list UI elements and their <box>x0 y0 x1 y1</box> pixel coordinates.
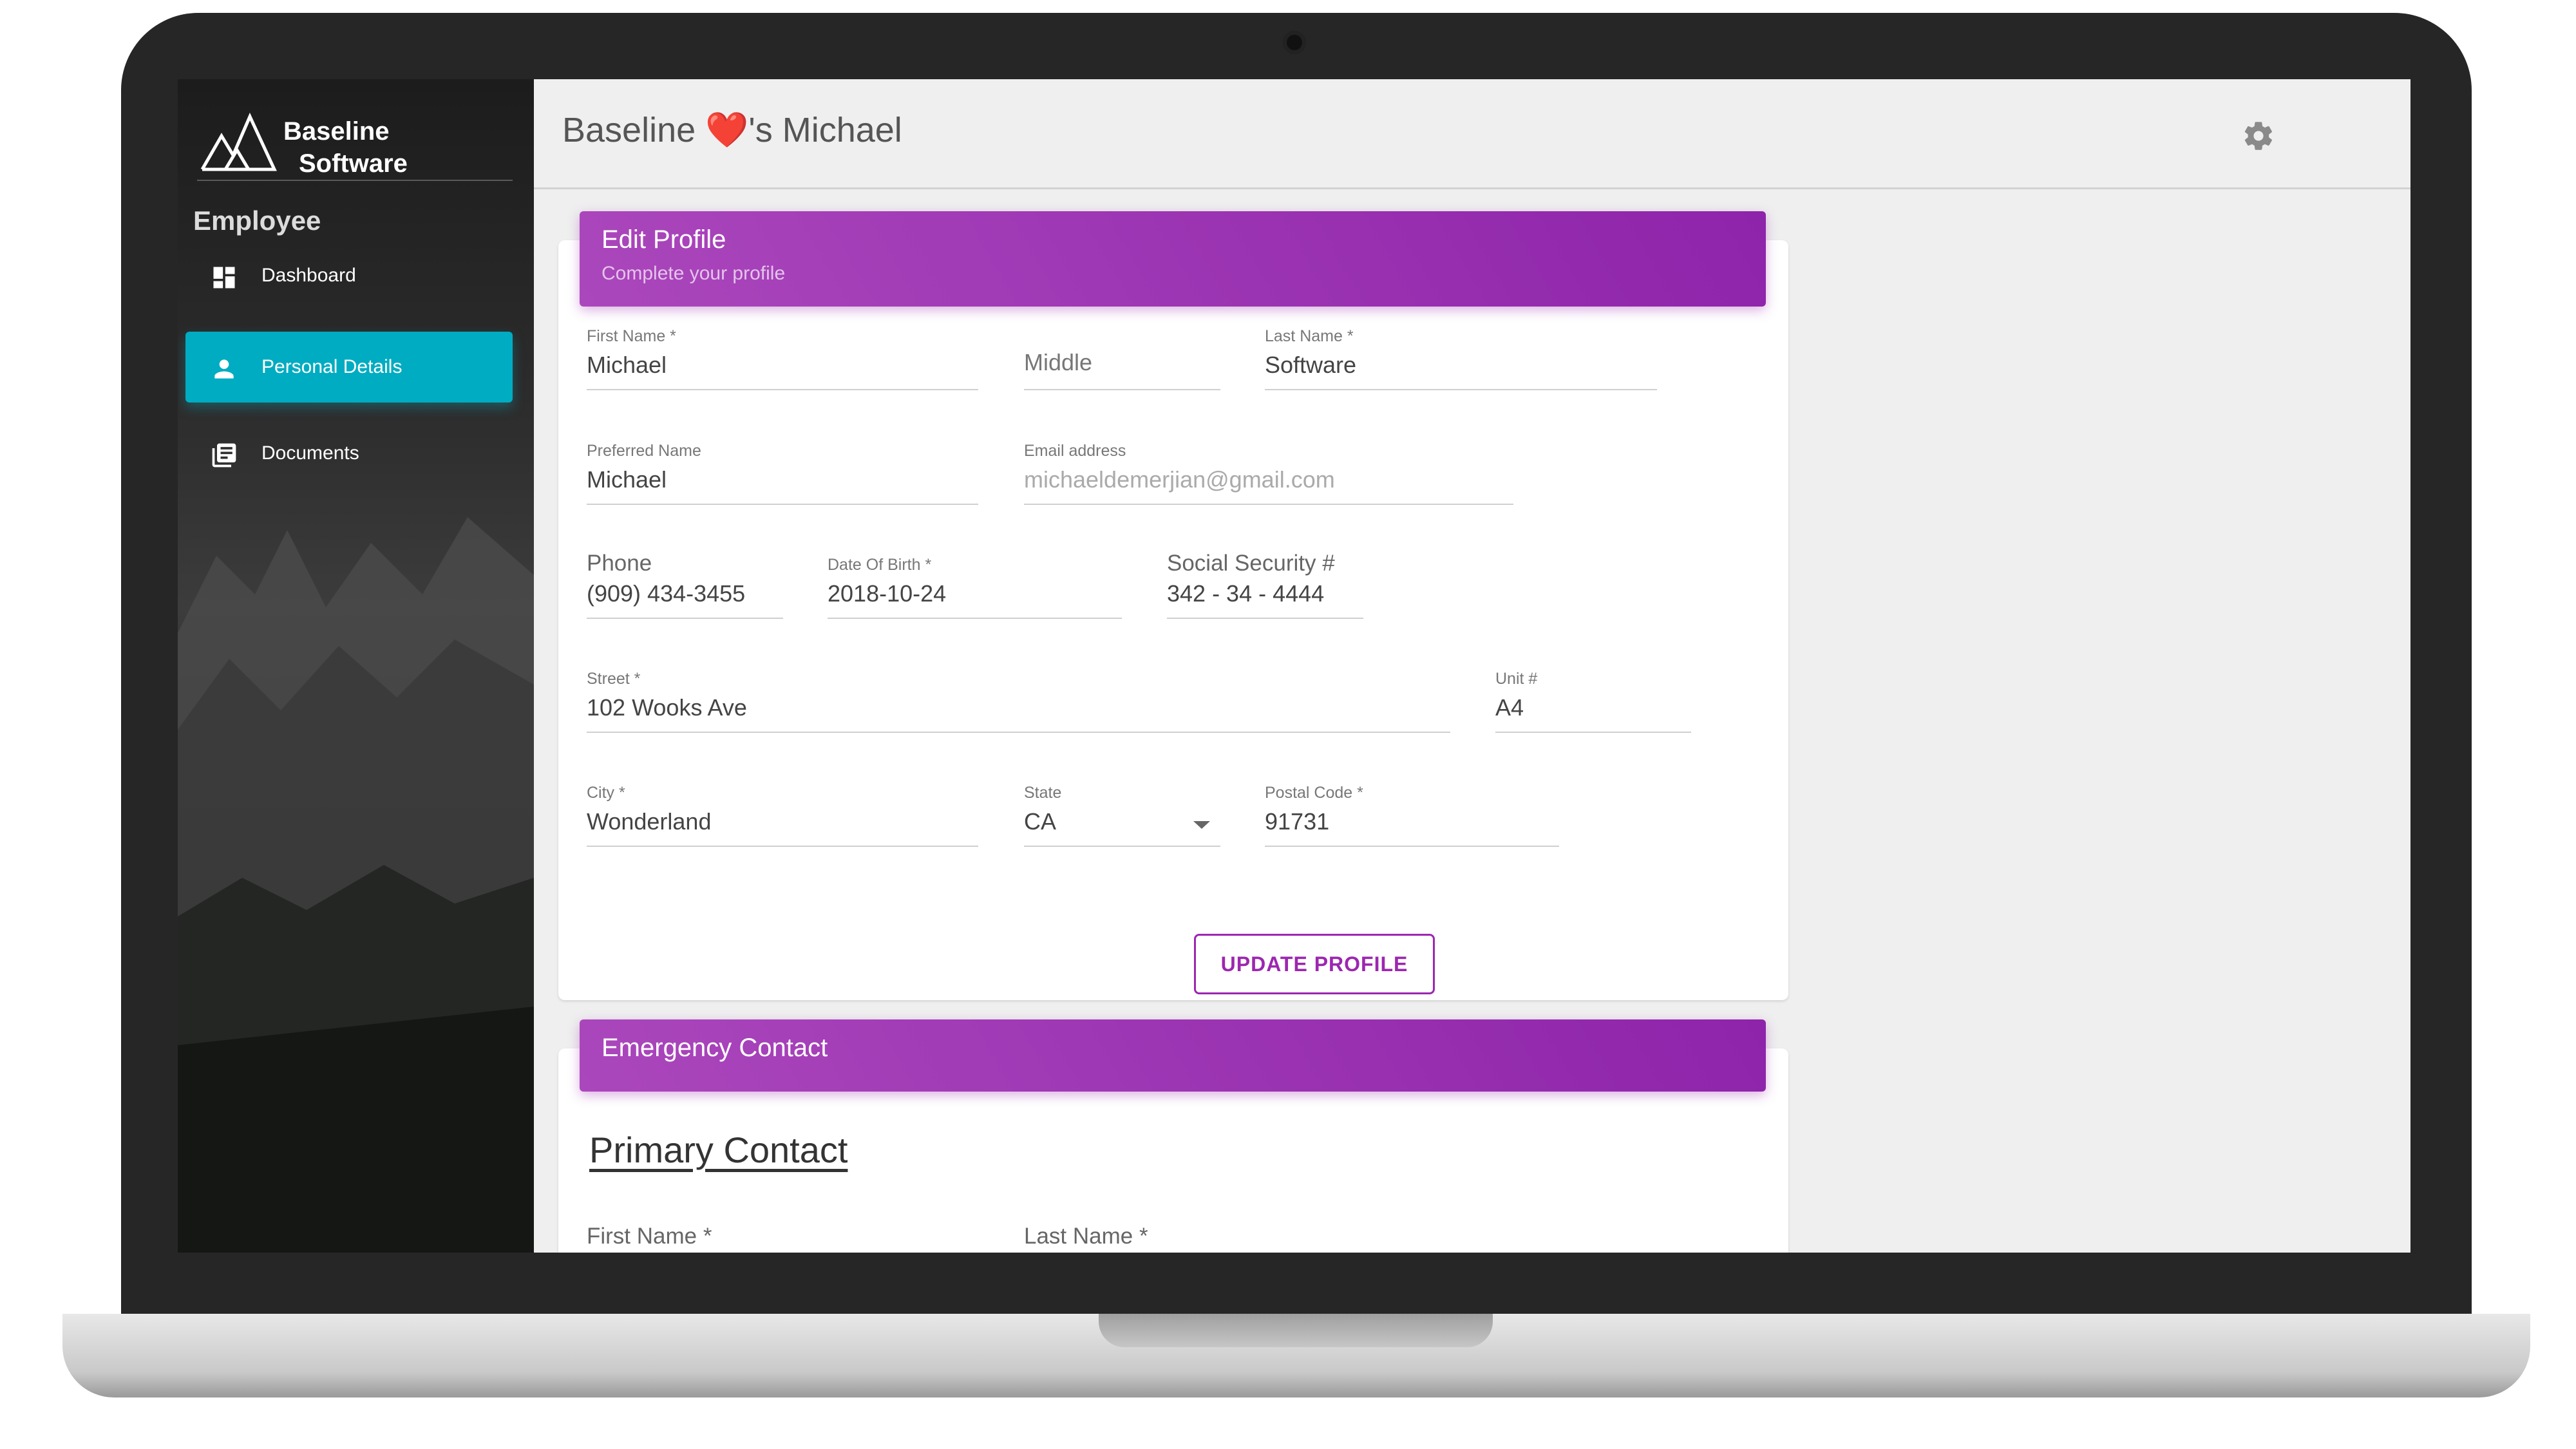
heart-icon: ❤️ <box>705 111 749 149</box>
field-label: Street * <box>587 670 641 688</box>
camera <box>1283 31 1306 54</box>
chevron-down-icon[interactable] <box>1193 821 1210 829</box>
field-value: CA <box>1024 808 1057 835</box>
field-underline <box>587 846 978 847</box>
unit-field[interactable]: Unit # A4 <box>1495 670 1691 734</box>
field-underline <box>1167 618 1363 619</box>
field-label: Phone <box>587 551 652 576</box>
middle-name-field[interactable]: Middle <box>1024 327 1220 392</box>
topbar: Baseline ❤️'s Michael <box>534 79 2410 189</box>
field-value: 91731 <box>1265 808 1330 835</box>
gear-icon[interactable] <box>2242 119 2275 153</box>
field-label: Email address <box>1024 442 1126 460</box>
street-field[interactable]: Street * 102 Wooks Ave <box>587 670 1450 734</box>
field-label: Unit # <box>1495 670 1538 688</box>
social-security-field[interactable]: Social Security # 342 - 34 - 4444 <box>1167 551 1363 620</box>
field-underline <box>1024 846 1220 847</box>
sidebar-item-dashboard[interactable]: Dashboard <box>185 240 513 311</box>
company-logo[interactable]: Baseline Software <box>200 104 522 181</box>
mountain-background <box>178 517 534 1253</box>
field-label: First Name * <box>587 327 676 345</box>
card-title: Emergency Contact <box>601 1034 828 1062</box>
primary-contact-heading: Primary Contact <box>589 1130 848 1170</box>
field-underline <box>828 618 1122 619</box>
field-value: A4 <box>1495 694 1524 721</box>
field-label: Social Security # <box>1167 551 1335 576</box>
title-suffix: 's Michael <box>748 111 902 149</box>
sidebar-item-label: Personal Details <box>261 356 402 377</box>
field-value: (909) 434-3455 <box>587 580 746 607</box>
contact-first-name-label: First Name * <box>587 1224 712 1249</box>
field-label: City * <box>587 784 625 802</box>
first-name-field[interactable]: First Name * Michael <box>587 327 978 392</box>
sidebar-item-personal-details[interactable]: Personal Details <box>185 332 513 402</box>
screen: Baseline Software Employee Dashboard Per… <box>178 79 2410 1253</box>
logo-line2: Software <box>299 149 408 178</box>
logo-line1: Baseline <box>283 117 390 146</box>
last-name-field[interactable]: Last Name * Software <box>1265 327 1657 392</box>
sidebar-item-label: Dashboard <box>261 265 356 286</box>
card-subtitle: Complete your profile <box>601 263 786 284</box>
section-title: Employee <box>193 205 321 236</box>
postal-code-field[interactable]: Postal Code * 91731 <box>1265 784 1559 848</box>
field-underline <box>587 504 978 505</box>
field-value: 342 - 34 - 4444 <box>1167 580 1325 607</box>
field-underline <box>587 732 1450 733</box>
city-field[interactable]: City * Wonderland <box>587 784 978 848</box>
field-value: Software <box>1265 352 1357 378</box>
contact-last-name-label: Last Name * <box>1024 1224 1148 1249</box>
laptop-notch <box>1099 1314 1493 1347</box>
state-select[interactable]: State CA <box>1024 784 1220 848</box>
field-underline <box>1024 504 1513 505</box>
dashboard-icon <box>213 267 235 289</box>
sidebar-item-label: Documents <box>261 442 359 464</box>
email-field[interactable]: Email address michaeldemerjian@gmail.com <box>1024 442 1513 506</box>
card-title: Edit Profile <box>601 225 726 254</box>
logo-divider <box>197 180 513 181</box>
mountain-logo-icon <box>200 112 277 171</box>
edit-profile-header: Edit Profile Complete your profile <box>580 211 1766 307</box>
field-underline <box>1265 389 1657 390</box>
sidebar-item-documents[interactable]: Documents <box>185 418 513 489</box>
preferred-name-field[interactable]: Preferred Name Michael <box>587 442 978 506</box>
field-label: Last Name * <box>1265 327 1354 345</box>
field-underline <box>1265 846 1559 847</box>
page-title: Baseline ❤️'s Michael <box>562 110 902 151</box>
title-prefix: Baseline <box>562 111 706 149</box>
field-label: Date Of Birth * <box>828 556 932 574</box>
logo-text: Baseline Software <box>283 115 408 180</box>
update-profile-button[interactable]: UPDATE PROFILE <box>1194 934 1435 994</box>
field-value: Michael <box>587 466 667 493</box>
library-books-icon <box>212 443 236 468</box>
date-of-birth-field[interactable]: Date Of Birth * 2018-10-24 <box>828 556 1122 620</box>
field-label: Preferred Name <box>587 442 701 460</box>
field-placeholder: Middle <box>1024 349 1093 375</box>
field-value: michaeldemerjian@gmail.com <box>1024 466 1335 493</box>
field-underline <box>1024 389 1220 390</box>
emergency-contact-header: Emergency Contact <box>580 1019 1766 1092</box>
sidebar: Baseline Software Employee Dashboard Per… <box>178 79 534 1253</box>
field-label: Postal Code * <box>1265 784 1363 802</box>
phone-field[interactable]: Phone (909) 434-3455 <box>587 551 783 620</box>
field-underline <box>587 618 783 619</box>
field-underline <box>1495 732 1691 733</box>
field-value: Michael <box>587 352 667 378</box>
field-value: 102 Wooks Ave <box>587 694 747 721</box>
person-icon <box>214 359 234 379</box>
field-value: 2018-10-24 <box>828 580 947 607</box>
field-value: Wonderland <box>587 808 712 835</box>
field-underline <box>587 389 978 390</box>
field-label: State <box>1024 784 1062 802</box>
